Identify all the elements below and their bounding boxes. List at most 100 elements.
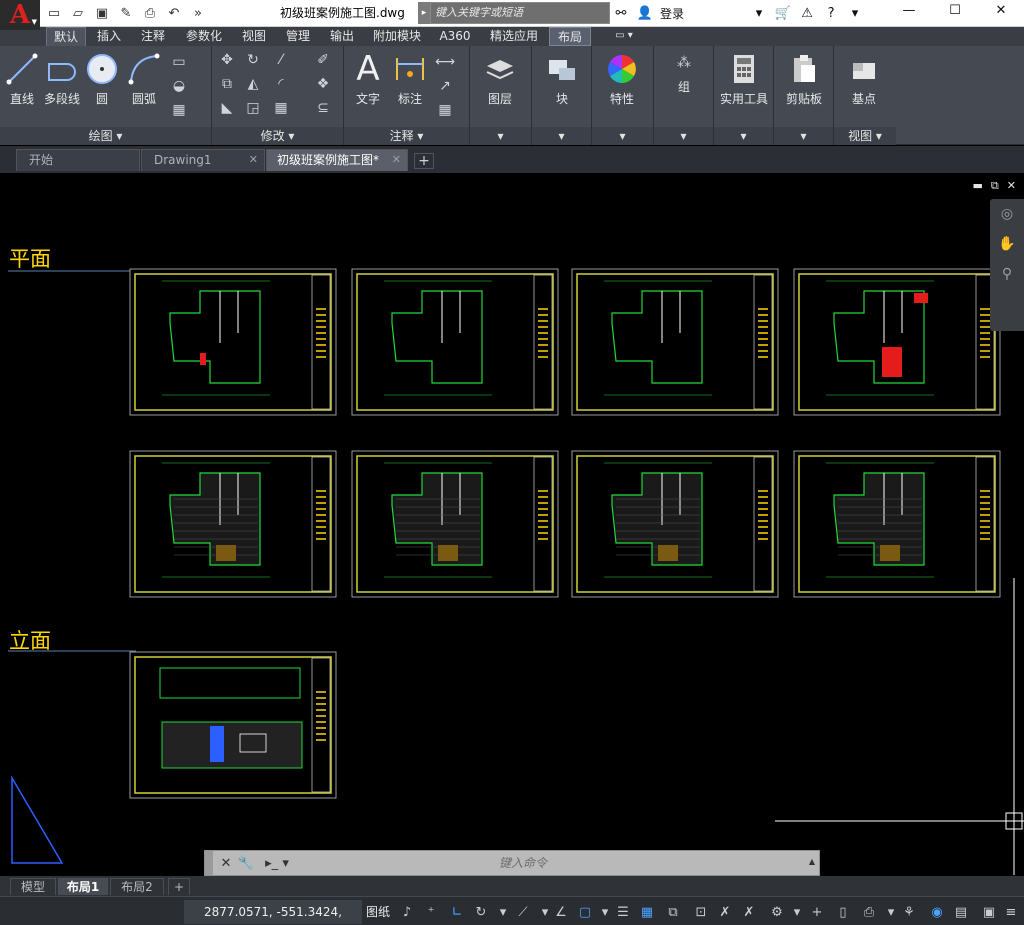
close-tab-icon[interactable]: ✕ bbox=[392, 150, 401, 170]
pan-hand-icon[interactable]: ✋ bbox=[990, 229, 1024, 259]
tab-insert[interactable]: 插入 bbox=[89, 27, 129, 46]
rotate-icon[interactable]: ↻ bbox=[242, 50, 264, 70]
isolate-objects-icon[interactable]: ⚘ bbox=[898, 901, 920, 923]
command-line-grip[interactable] bbox=[205, 851, 213, 875]
snap-mode-icon[interactable]: ⁺ bbox=[420, 901, 442, 923]
table-icon[interactable]: ▦ bbox=[434, 100, 456, 120]
base-point-button[interactable]: 基点 bbox=[842, 50, 886, 107]
user-icon[interactable]: 👤 bbox=[636, 4, 654, 22]
help-icon[interactable]: ? bbox=[822, 4, 840, 22]
hatch-icon[interactable]: ◒ bbox=[168, 76, 190, 96]
file-tab-start[interactable]: 开始 bbox=[16, 149, 140, 171]
tab-featured-apps[interactable]: 精选应用 bbox=[483, 27, 545, 46]
binoculars-icon[interactable]: ⚯ bbox=[612, 4, 630, 22]
lineweight-icon[interactable]: ☰ bbox=[612, 901, 634, 923]
properties-button[interactable]: 特性 bbox=[600, 50, 644, 107]
command-history-icon[interactable]: ▲ bbox=[809, 857, 815, 866]
save-icon[interactable]: ▣ bbox=[92, 4, 112, 22]
open-file-icon[interactable]: ▱ bbox=[68, 4, 88, 22]
tab-layout2[interactable]: 布局2 bbox=[110, 878, 164, 895]
tab-output[interactable]: 输出 bbox=[322, 27, 362, 46]
print-icon[interactable]: ⎙ bbox=[140, 4, 160, 22]
object-snap-icon[interactable]: ⟋ bbox=[512, 901, 534, 923]
hardware-acceleration-icon[interactable]: ◉ bbox=[926, 901, 948, 923]
command-prompt-icon[interactable]: ▸_ ▾ bbox=[261, 854, 293, 872]
mirror-icon[interactable]: ◭ bbox=[242, 74, 264, 94]
transparency-icon[interactable]: ▦ bbox=[636, 901, 658, 923]
stretch-icon[interactable]: ◣ bbox=[216, 98, 238, 118]
properties-panel-expand[interactable]: ▾ bbox=[592, 127, 653, 145]
undo-icon[interactable]: ↶ bbox=[164, 4, 184, 22]
viewport-close-icon[interactable]: ✕ bbox=[1007, 179, 1016, 193]
group-button[interactable]: ⁂ 组 bbox=[662, 50, 706, 95]
tab-a360[interactable]: A360 bbox=[432, 27, 478, 46]
close-tab-icon[interactable]: ✕ bbox=[249, 150, 258, 170]
fullscreen-icon[interactable]: ▣ bbox=[978, 901, 1000, 923]
view-panel-title[interactable]: 视图 ▾ bbox=[834, 127, 896, 145]
object-snap-tracking-icon[interactable]: ▢ bbox=[574, 901, 596, 923]
trim-icon[interactable]: ⁄ bbox=[270, 50, 292, 70]
file-tab-active-drawing[interactable]: 初级班案例施工图* ✕ bbox=[266, 149, 408, 171]
linear-dim-icon[interactable]: ⟷ bbox=[434, 52, 456, 72]
annotation-monitor-icon[interactable]: ⊡ bbox=[690, 901, 712, 923]
annotation-visibility-icon[interactable]: ✗ bbox=[738, 901, 760, 923]
scale-icon[interactable]: ◲ bbox=[242, 98, 264, 118]
arc-tool-button[interactable]: 圆弧 bbox=[122, 50, 166, 107]
layers-button[interactable]: 图层 bbox=[478, 50, 522, 107]
circle-tool-button[interactable]: 圆 bbox=[80, 50, 124, 107]
offset-icon[interactable]: ⊆ bbox=[312, 98, 334, 118]
block-button[interactable]: 块 bbox=[540, 50, 584, 107]
steering-wheel-icon[interactable]: ◎ bbox=[990, 199, 1024, 229]
viewport-minimize-icon[interactable]: ▬ bbox=[973, 179, 983, 193]
chevron-down-icon[interactable]: ▾ bbox=[786, 901, 808, 923]
application-menu-button[interactable]: A ▼ bbox=[0, 0, 40, 30]
annotation-panel-title[interactable]: 注释 ▾ bbox=[344, 127, 469, 145]
search-expand-icon[interactable]: ▸ bbox=[418, 2, 430, 24]
plus-icon[interactable]: + bbox=[806, 901, 828, 923]
chevron-down-icon[interactable]: ▾ bbox=[492, 901, 514, 923]
layers-panel-expand[interactable]: ▾ bbox=[470, 127, 531, 145]
annotation-scale-icon[interactable]: ✗ bbox=[714, 901, 736, 923]
fillet-icon[interactable]: ◜ bbox=[270, 74, 292, 94]
move-icon[interactable]: ✥ bbox=[216, 50, 238, 70]
zoom-icon[interactable]: ⚲ bbox=[990, 259, 1024, 289]
search-input[interactable]: 键入关键字或短语 bbox=[430, 2, 610, 24]
iso-draft-icon[interactable]: ∠ bbox=[550, 901, 572, 923]
customization-menu-icon[interactable]: ≡ bbox=[1000, 901, 1022, 923]
file-tab-drawing1[interactable]: Drawing1 ✕ bbox=[141, 149, 265, 171]
tab-addins[interactable]: 附加模块 bbox=[367, 27, 427, 46]
utilities-panel-expand[interactable]: ▾ bbox=[714, 127, 773, 145]
tab-manage[interactable]: 管理 bbox=[278, 27, 318, 46]
login-link[interactable]: 登录 bbox=[660, 5, 684, 22]
selection-cycling-icon[interactable]: ⧉ bbox=[662, 901, 684, 923]
maximize-button[interactable]: ☐ bbox=[932, 0, 978, 20]
clean-screen-icon[interactable]: ▤ bbox=[950, 901, 972, 923]
tab-annotate[interactable]: 注释 bbox=[133, 27, 173, 46]
add-layout-button[interactable]: + bbox=[168, 878, 190, 895]
save-as-icon[interactable]: ✎ bbox=[116, 4, 136, 22]
tab-view[interactable]: 视图 bbox=[234, 27, 274, 46]
tab-layout[interactable]: 布局 bbox=[549, 27, 591, 46]
paper-space-toggle[interactable]: 图纸 bbox=[366, 900, 390, 924]
new-tab-button[interactable]: + bbox=[414, 153, 434, 169]
new-file-icon[interactable]: ▭ bbox=[44, 4, 64, 22]
draw-panel-title[interactable]: 绘图 ▾ bbox=[0, 127, 211, 145]
text-tool-button[interactable]: A 文字 bbox=[346, 49, 390, 107]
line-tool-button[interactable]: 直线 bbox=[0, 50, 44, 107]
quick-properties-icon[interactable]: ▯ bbox=[832, 901, 854, 923]
close-button[interactable]: ✕ bbox=[978, 0, 1024, 20]
utilities-button[interactable]: 实用工具 bbox=[718, 50, 770, 107]
command-input[interactable] bbox=[499, 853, 999, 873]
erase-icon[interactable]: ✐ bbox=[312, 50, 334, 70]
clipboard-panel-expand[interactable]: ▾ bbox=[774, 127, 833, 145]
cursor-coordinates[interactable]: 2877.0571, -551.3424, 0.0000 bbox=[184, 900, 362, 924]
viewport-restore-icon[interactable]: ⧉ bbox=[991, 179, 999, 193]
leader-icon[interactable]: ↗ bbox=[434, 76, 456, 96]
chevron-down-icon[interactable]: ▾ bbox=[846, 4, 864, 22]
chevron-down-icon[interactable]: ▾ bbox=[750, 4, 768, 22]
ortho-icon[interactable]: ∟ bbox=[446, 901, 468, 923]
cart-icon[interactable]: 🛒 bbox=[774, 4, 792, 22]
polar-tracking-icon[interactable]: ↻ bbox=[470, 901, 492, 923]
customize-wrench-icon[interactable]: 🔧 bbox=[237, 854, 255, 872]
copy-icon[interactable]: ⧉ bbox=[216, 74, 238, 94]
